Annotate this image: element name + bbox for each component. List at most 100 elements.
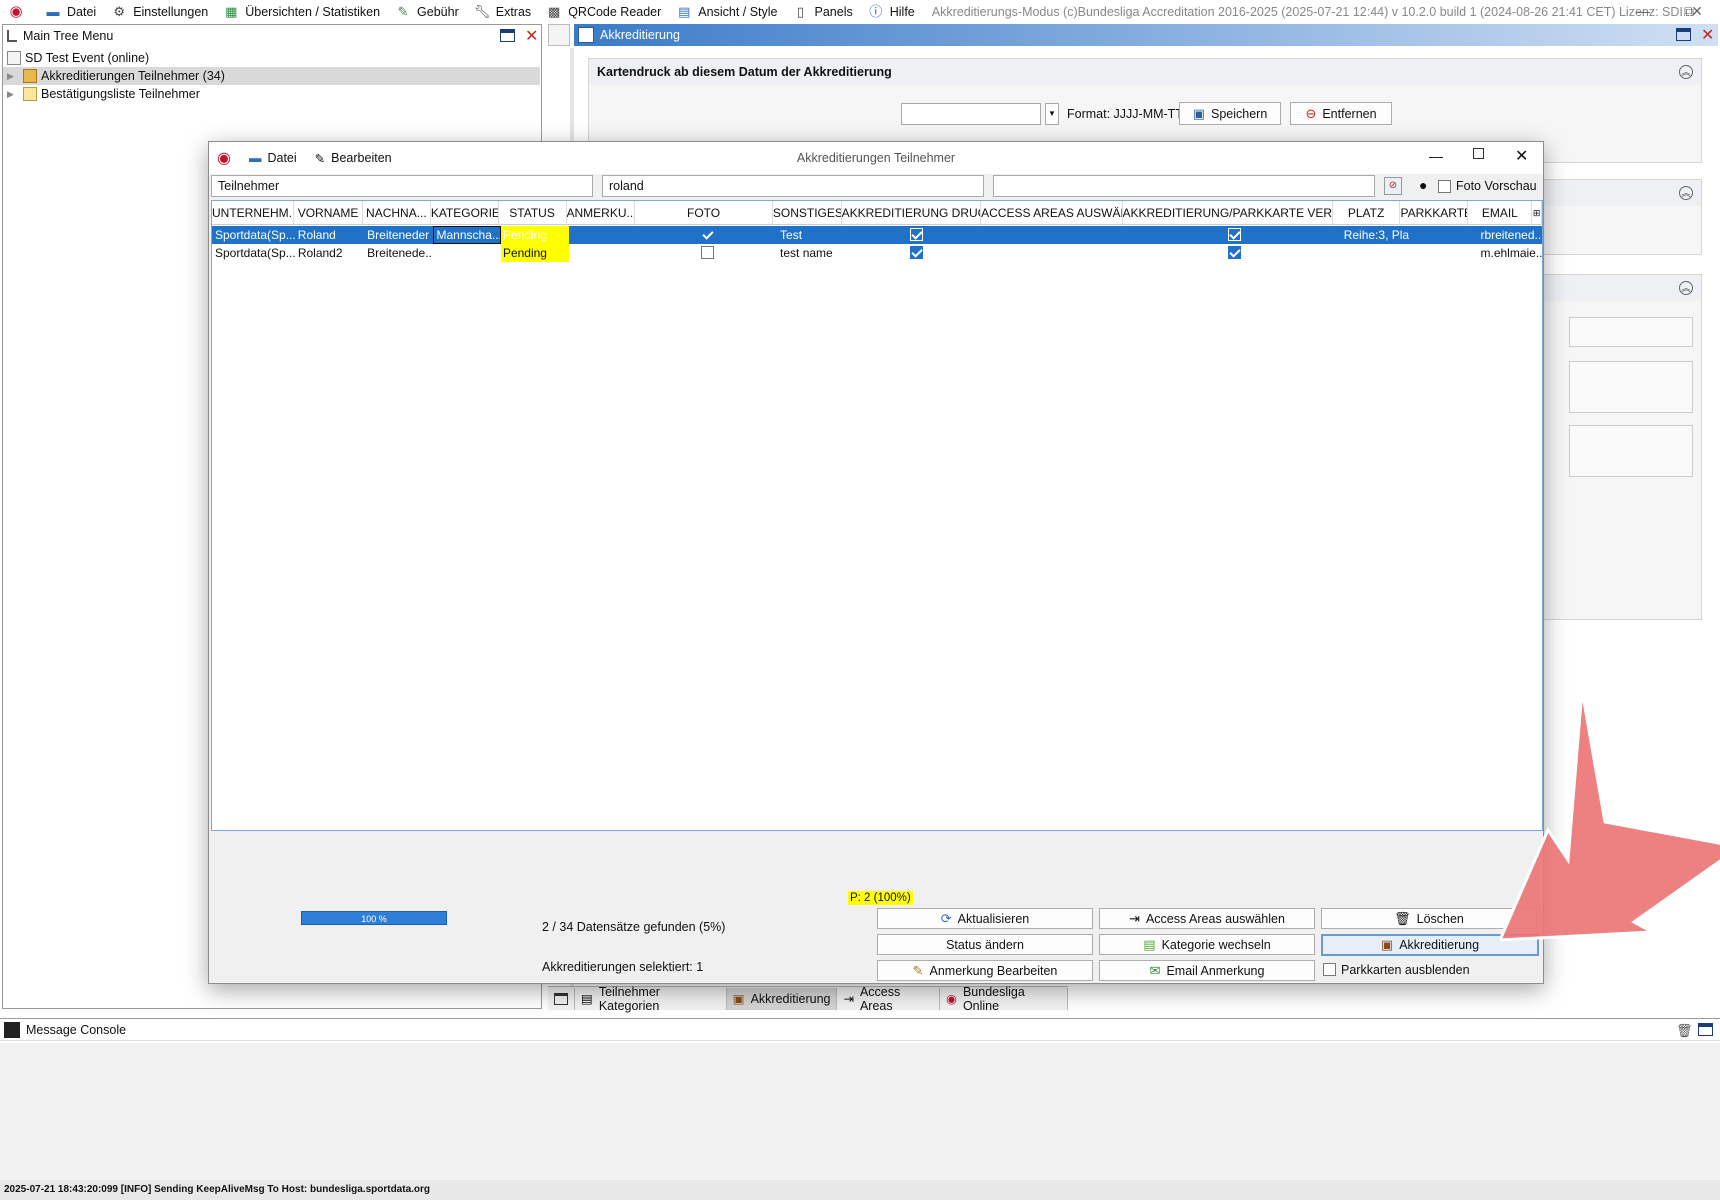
collapse-icon[interactable]: ︽ xyxy=(1679,186,1693,200)
menu-uebersichten[interactable]: ▦ Übersichten / Statistiken xyxy=(223,4,380,20)
close-icon[interactable]: ✕ xyxy=(525,26,538,46)
table-row[interactable]: Sportdata(Sp... Roland Breiteneder Manns… xyxy=(212,226,1542,244)
expand-icon[interactable]: ▶ xyxy=(7,71,19,82)
accreditation-panel-title: Akkreditierung xyxy=(600,28,680,42)
parkkarten-checkbox[interactable] xyxy=(1323,963,1336,976)
filter-field-3[interactable] xyxy=(993,175,1375,197)
foto-checkbox[interactable] xyxy=(701,228,715,242)
close-window-button[interactable]: ✕ xyxy=(1674,0,1720,23)
cell-foto xyxy=(639,244,777,262)
maximize-icon[interactable] xyxy=(1698,1023,1713,1036)
col-akkreditierung-druck[interactable]: AKKREDITIERUNG DRUC... xyxy=(842,201,982,225)
versch-checkbox[interactable] xyxy=(1228,246,1242,260)
cell-status: Pending xyxy=(500,244,570,262)
col-vorname[interactable]: VORNAME xyxy=(294,201,363,225)
col-nachname[interactable]: NACHNA... xyxy=(363,201,431,225)
menu-einstellungen[interactable]: ⚙ Einstellungen xyxy=(111,4,208,20)
collapse-icon[interactable]: ︽ xyxy=(1679,65,1693,79)
col-anmerkung[interactable]: ANMERKU... xyxy=(567,201,636,225)
expand-icon[interactable]: ▶ xyxy=(7,89,19,100)
cell-nachname: Breiteneder xyxy=(367,228,430,242)
menu-ansicht[interactable]: ▤ Ansicht / Style xyxy=(676,4,777,20)
cell-kategorie[interactable]: Mannscha... xyxy=(432,226,501,244)
format-label: Format: JJJJ-MM-TT xyxy=(1067,107,1183,121)
cell-email: rbreitened... xyxy=(1480,228,1542,242)
dialog-menu-datei[interactable]: ▬ Datei xyxy=(249,151,297,165)
col-unternehmen[interactable]: UNTERNEHM... xyxy=(212,201,295,225)
cell-vorname: Roland2 xyxy=(297,246,343,260)
money-icon: ✎ xyxy=(397,3,409,19)
kategorie-wechseln-button[interactable]: ▤ Kategorie wechseln xyxy=(1099,934,1315,955)
col-parkkarte[interactable]: PARKKARTE xyxy=(1400,201,1469,225)
close-icon[interactable]: ✕ xyxy=(1701,25,1714,45)
gear-icon: ⚙ xyxy=(113,3,126,19)
date-input[interactable] xyxy=(901,103,1041,125)
panel-toggle-icon[interactable] xyxy=(548,24,570,46)
tab-panel-icon[interactable] xyxy=(548,987,575,1010)
trash-icon[interactable]: 🗑︎ xyxy=(1676,1023,1693,1039)
column-settings-icon[interactable]: ⊞ xyxy=(1532,201,1542,225)
druck-checkbox[interactable] xyxy=(910,246,924,260)
loeschen-button[interactable]: 🗑︎ Löschen xyxy=(1321,908,1537,929)
aktualisieren-button[interactable]: ⟳ Aktualisieren xyxy=(877,908,1093,929)
menu-extras[interactable]: 🔧︎ Extras xyxy=(474,4,531,20)
cell-nachname: Breitenede... xyxy=(367,246,433,260)
foto-vorschau-label: Foto Vorschau xyxy=(1456,179,1537,193)
menu-gebuehr[interactable]: ✎ Gebühr xyxy=(395,4,459,20)
remove-button[interactable]: ⊖ Entfernen xyxy=(1290,102,1392,125)
tree-item-bestaetigungsliste[interactable]: ▶ Bestätigungsliste Teilnehmer xyxy=(3,85,540,103)
maximize-button[interactable] xyxy=(1473,148,1484,159)
maximize-icon[interactable] xyxy=(1676,28,1691,41)
help-icon: ⓘ xyxy=(869,3,883,19)
access-areas-button[interactable]: ⇥ Access Areas auswählen xyxy=(1099,908,1315,929)
status-aendern-button[interactable]: Status ändern xyxy=(877,934,1093,955)
anmerkung-bearbeiten-button[interactable]: ✎ Anmerkung Bearbeiten xyxy=(877,960,1093,981)
tab-bundesliga-online[interactable]: ◉ Bundesliga Online xyxy=(940,985,1068,1013)
table-row[interactable]: Sportdata(Sp... Roland2 Breitenede... Pe… xyxy=(212,244,1542,262)
cell-status: Pending xyxy=(500,226,570,244)
druck-checkbox[interactable] xyxy=(910,228,924,242)
maximize-icon[interactable] xyxy=(500,29,515,42)
tab-teilnehmer-kategorien[interactable]: ▤ Teilnehmer Kategorien xyxy=(575,985,727,1013)
accreditation-panel-header: Akkreditierung xyxy=(574,24,1718,46)
col-sonstiges[interactable]: SONSTIGES xyxy=(773,201,842,225)
console-icon xyxy=(4,1021,20,1038)
minimize-button[interactable]: — xyxy=(1620,0,1666,23)
col-foto[interactable]: FOTO xyxy=(635,201,773,225)
col-platz[interactable]: PLATZ xyxy=(1333,201,1401,225)
tree-item-akkreditierungen[interactable]: ▶ Akkreditierungen Teilnehmer (34) xyxy=(3,67,540,85)
date-dropdown-icon[interactable]: ▼ xyxy=(1045,103,1059,125)
col-kategorie[interactable]: KATEGORIE xyxy=(431,201,499,225)
folder-icon: ▬ xyxy=(46,3,60,19)
cell-druck xyxy=(846,244,986,262)
clear-filter-icon[interactable]: ⊘ xyxy=(1384,177,1402,195)
close-button[interactable]: ✕ xyxy=(1515,146,1528,166)
col-email[interactable]: EMAIL xyxy=(1468,201,1533,225)
akkreditierung-button[interactable]: ▣ Akkreditierung xyxy=(1321,934,1539,956)
save-button[interactable]: ▣ Speichern xyxy=(1179,102,1281,125)
list-icon xyxy=(23,87,37,101)
col-status[interactable]: STATUS xyxy=(499,201,567,225)
edit-icon: ✎ xyxy=(314,151,326,166)
versch-checkbox[interactable] xyxy=(1228,228,1242,242)
tree-icon xyxy=(7,30,17,42)
col-parkkarte-versch[interactable]: AKKREDITIERUNG/PARKKARTE VERSCH... xyxy=(1123,201,1333,225)
email-anmerkung-button[interactable]: ✉ Email Anmerkung xyxy=(1099,960,1315,981)
tab-access-areas[interactable]: ⇥ Access Areas xyxy=(837,985,941,1013)
foto-vorschau-checkbox[interactable] xyxy=(1438,180,1451,193)
menu-hilfe[interactable]: ⓘ Hilfe xyxy=(868,4,915,20)
filter-field-1[interactable]: Teilnehmer xyxy=(211,175,593,197)
collapse-icon[interactable]: ︽ xyxy=(1679,281,1693,295)
menu-panels[interactable]: ▯ Panels xyxy=(793,4,853,20)
foto-checkbox[interactable] xyxy=(701,246,715,260)
minimize-button[interactable]: — xyxy=(1429,148,1443,164)
tree-root[interactable]: SD Test Event (online) xyxy=(3,49,540,67)
col-access-areas[interactable]: ACCESS AREAS AUSWÄH... xyxy=(981,201,1123,225)
menu-datei[interactable]: ▬ Datei xyxy=(45,3,97,20)
menu-qrcode[interactable]: ▩ QRCode Reader xyxy=(546,4,661,20)
bundesliga-logo-icon: ◉ xyxy=(946,992,957,1006)
dialog-menu-bearbeiten[interactable]: ✎ Bearbeiten xyxy=(315,151,392,166)
search-input[interactable]: roland xyxy=(602,175,984,197)
cell-parkkarte xyxy=(1409,226,1477,244)
tab-akkreditierung[interactable]: ▣ Akkreditierung xyxy=(726,987,838,1010)
